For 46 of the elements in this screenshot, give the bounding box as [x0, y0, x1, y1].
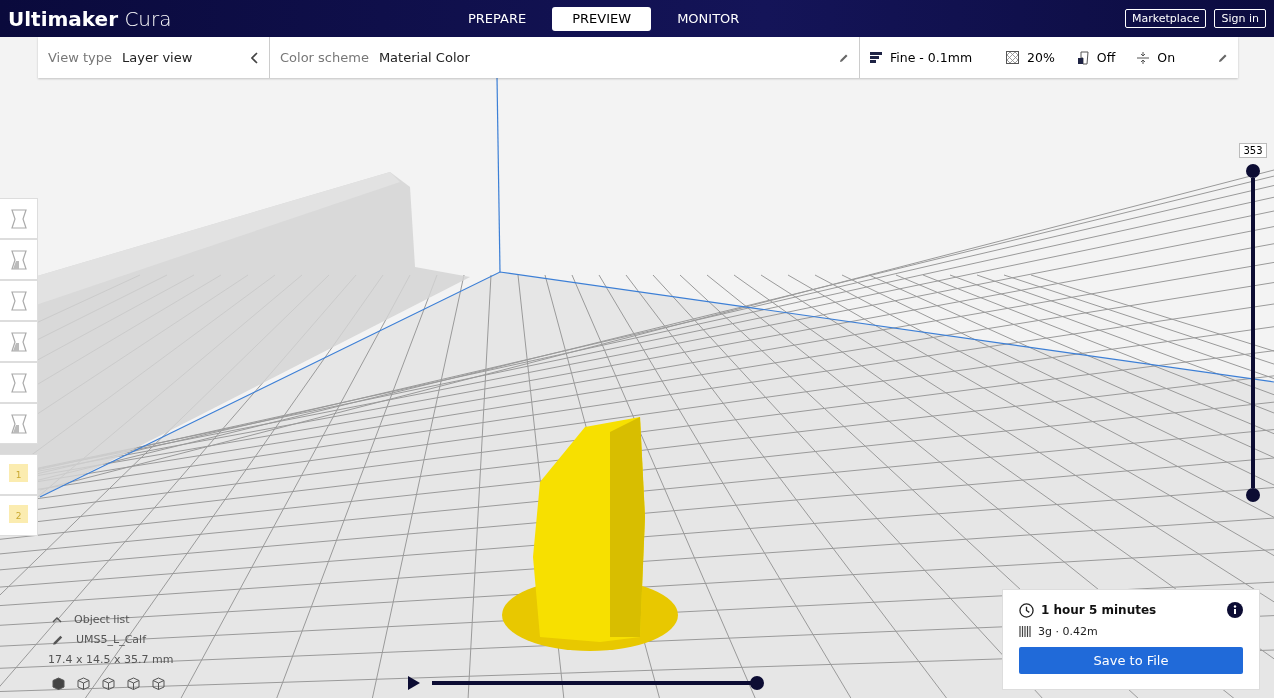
support-value: Off: [1096, 50, 1116, 65]
camera-view-icon[interactable]: [52, 677, 65, 690]
view-type-label: View type: [48, 50, 113, 65]
view-type-value: Layer view: [122, 50, 193, 65]
filament-icon: [1019, 625, 1031, 638]
object-name[interactable]: UMS5_L_Calf: [76, 633, 146, 646]
camera-view-icon[interactable]: [102, 677, 115, 690]
play-icon[interactable]: [408, 676, 420, 690]
info-icon[interactable]: [1227, 602, 1243, 618]
print-settings-button[interactable]: Fine - 0.1mm 20% Off On: [860, 37, 1238, 78]
shape-icon: [8, 412, 29, 435]
pencil-icon[interactable]: [839, 52, 849, 63]
profile-value: Fine - 0.1mm: [890, 50, 973, 65]
adhesion-value: On: [1157, 50, 1176, 65]
material-usage: 3g · 0.42m: [1038, 625, 1098, 638]
camera-view-icon[interactable]: [77, 677, 90, 690]
stage-tab[interactable]: PREPARE: [448, 6, 547, 31]
marketplace-button[interactable]: Marketplace: [1125, 9, 1207, 28]
adhesion-icon: [1137, 51, 1150, 64]
shape-icon: [8, 248, 29, 271]
shape-icon: [8, 371, 29, 394]
print-time: 1 hour 5 minutes: [1041, 603, 1157, 617]
stage-tab[interactable]: PREVIEW: [552, 6, 652, 31]
shape-icon: [8, 330, 29, 353]
infill-value: 20%: [1027, 50, 1055, 65]
stage-tab[interactable]: MONITOR: [657, 6, 760, 31]
chevron-up-icon[interactable]: [52, 616, 62, 623]
save-to-file-button[interactable]: Save to File: [1019, 647, 1243, 674]
clock-icon: [1019, 602, 1034, 618]
sign-in-button[interactable]: Sign in: [1214, 9, 1266, 28]
layer-number: 353: [1239, 143, 1267, 158]
color-scheme-value: Material Color: [378, 50, 470, 65]
pencil-icon: [1218, 52, 1228, 63]
object-dimensions: 17.4 x 14.5 x 35.7 mm: [48, 653, 174, 666]
profile-icon: [870, 52, 882, 63]
camera-view-icon[interactable]: [127, 677, 140, 690]
pencil-icon: [52, 633, 64, 646]
color-scheme-label: Color scheme: [280, 50, 369, 65]
support-icon: [1076, 50, 1089, 65]
chevron-left-icon[interactable]: [251, 51, 259, 64]
app-logo: Ultimaker Cura: [8, 6, 173, 31]
object-list-toggle[interactable]: Object list: [74, 613, 130, 626]
shape-icon: [8, 207, 29, 230]
infill-icon: [1006, 51, 1020, 64]
camera-view-icon[interactable]: [152, 677, 165, 690]
shape-icon: [8, 289, 29, 312]
